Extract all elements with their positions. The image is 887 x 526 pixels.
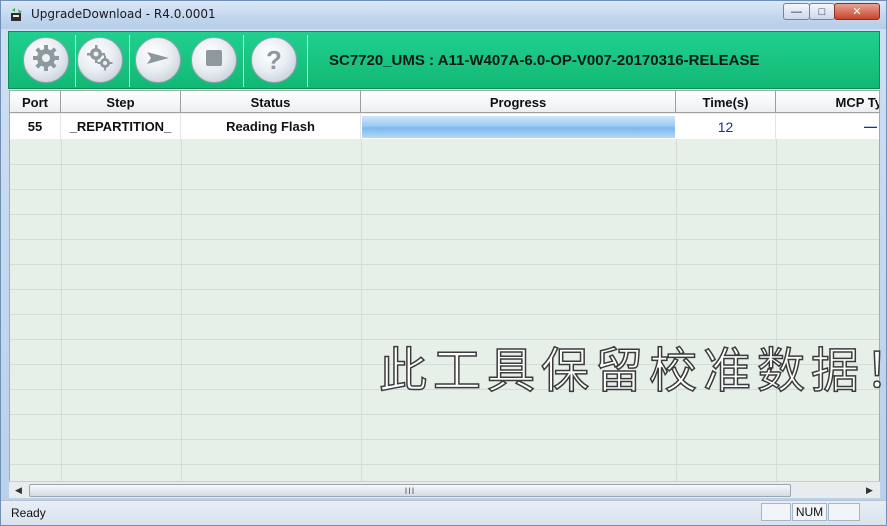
close-button[interactable]: ✕ bbox=[834, 3, 880, 20]
scroll-left-button[interactable]: ◀ bbox=[10, 483, 27, 498]
play-arrow-icon bbox=[143, 43, 173, 78]
maximize-button[interactable]: □ bbox=[809, 3, 835, 20]
project-title: SC7720_UMS : A11-W407A-6.0-OP-V007-20170… bbox=[329, 52, 760, 69]
settings-button[interactable] bbox=[77, 37, 123, 83]
column-header-status[interactable]: Status bbox=[181, 91, 361, 113]
scroll-thumb[interactable]: III bbox=[29, 484, 791, 497]
grid-line bbox=[676, 139, 677, 497]
column-header-time[interactable]: Time(s) bbox=[676, 91, 776, 113]
grid-line bbox=[10, 464, 879, 465]
gears-icon bbox=[85, 43, 115, 78]
app-window: UpgradeDownload - R4.0.0001 — □ ✕ ? SC77… bbox=[0, 0, 887, 526]
port-list[interactable]: Port Step Status Progress Time(s) MCP Ty… bbox=[9, 90, 880, 498]
scroll-grip: III bbox=[404, 485, 416, 496]
toolbar-separator bbox=[129, 35, 130, 87]
grid-line bbox=[10, 214, 879, 215]
grid-line bbox=[181, 139, 182, 497]
grid-line bbox=[10, 414, 879, 415]
grid-line bbox=[361, 139, 362, 497]
status-bar: Ready NUM bbox=[1, 500, 886, 525]
cell-step: _REPARTITION_ bbox=[61, 114, 181, 139]
close-icon: ✕ bbox=[852, 6, 862, 18]
window-title: UpgradeDownload - R4.0.0001 bbox=[31, 7, 216, 21]
toolbar-separator bbox=[307, 35, 308, 87]
title-bar[interactable]: UpgradeDownload - R4.0.0001 — □ ✕ bbox=[1, 1, 886, 29]
toolbar-separator bbox=[243, 35, 244, 87]
grid-line bbox=[10, 239, 879, 240]
app-icon bbox=[9, 7, 25, 23]
toolbar: ? SC7720_UMS : A11-W407A-6.0-OP-V007-201… bbox=[8, 31, 880, 89]
stop-download-button[interactable] bbox=[191, 37, 237, 83]
cell-port: 55 bbox=[10, 114, 61, 139]
help-icon: ? bbox=[266, 44, 282, 75]
progress-bar-fill bbox=[362, 116, 675, 138]
progress-bar bbox=[362, 116, 675, 138]
grid-line bbox=[61, 139, 62, 497]
status-text: Ready bbox=[11, 506, 46, 520]
table-row[interactable]: 55 _REPARTITION_ Reading Flash 12 — bbox=[10, 114, 879, 139]
cell-time: 12 bbox=[676, 114, 776, 139]
start-download-button[interactable] bbox=[135, 37, 181, 83]
arrow-right-icon: ▶ bbox=[866, 485, 873, 495]
scroll-right-button[interactable]: ▶ bbox=[861, 483, 878, 498]
help-button[interactable]: ? bbox=[251, 37, 297, 83]
horizontal-scrollbar[interactable]: ◀ III ▶ bbox=[9, 481, 880, 498]
minimize-icon: — bbox=[791, 5, 802, 18]
grid-line bbox=[10, 314, 879, 315]
column-header-step[interactable]: Step bbox=[61, 91, 181, 113]
maximize-icon: □ bbox=[818, 5, 826, 18]
grid-line bbox=[10, 164, 879, 165]
status-panel bbox=[828, 503, 860, 521]
grid-line bbox=[10, 289, 879, 290]
list-header: Port Step Status Progress Time(s) MCP Ty bbox=[10, 91, 879, 113]
grid-line bbox=[10, 189, 879, 190]
column-header-mcp-type[interactable]: MCP Ty bbox=[776, 91, 879, 113]
num-lock-indicator: NUM bbox=[792, 503, 827, 521]
column-header-progress[interactable]: Progress bbox=[361, 91, 676, 113]
grid-line bbox=[10, 439, 879, 440]
grid-line bbox=[10, 264, 879, 265]
cell-status: Reading Flash bbox=[181, 114, 361, 139]
minimize-button[interactable]: — bbox=[783, 3, 810, 20]
cell-mcp-type: — bbox=[864, 119, 877, 134]
arrow-left-icon: ◀ bbox=[15, 485, 22, 495]
status-panel bbox=[761, 503, 791, 521]
toolbar-separator bbox=[75, 35, 76, 87]
watermark-text: 此工具保留校准数据！ bbox=[378, 342, 887, 400]
grid-line bbox=[776, 139, 777, 497]
load-packet-button[interactable] bbox=[23, 37, 69, 83]
column-header-port[interactable]: Port bbox=[10, 91, 61, 113]
stop-icon bbox=[199, 43, 229, 78]
gear-icon bbox=[31, 43, 61, 78]
